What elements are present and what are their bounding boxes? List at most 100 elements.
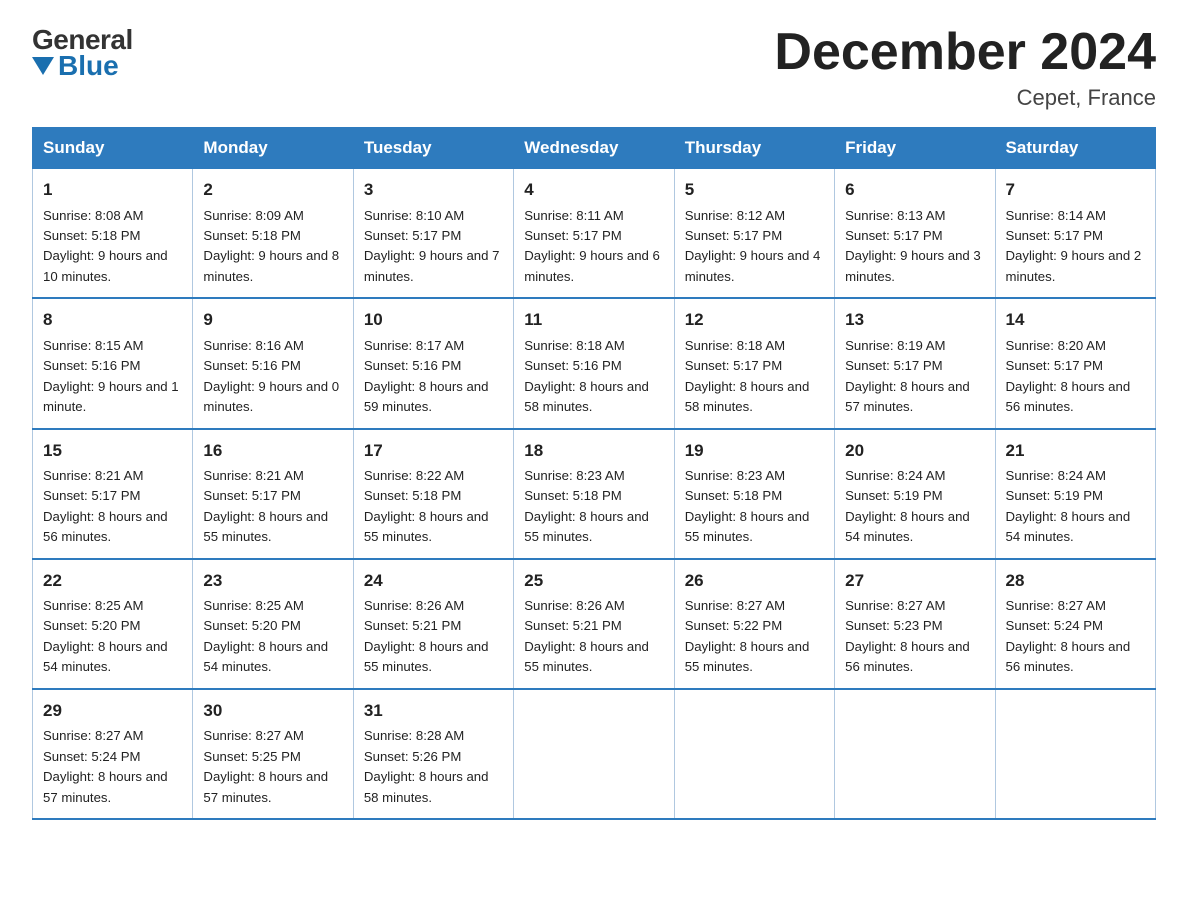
calendar-cell: 30Sunrise: 8:27 AMSunset: 5:25 PMDayligh… — [193, 689, 353, 819]
day-info: Sunrise: 8:16 AMSunset: 5:16 PMDaylight:… — [203, 336, 342, 418]
calendar-cell: 9 Sunrise: 8:16 AMSunset: 5:16 PMDaylight… — [193, 298, 353, 428]
day-number: 22 — [43, 568, 182, 594]
calendar-cell: 22Sunrise: 8:25 AMSunset: 5:20 PMDayligh… — [33, 559, 193, 689]
calendar-week-row: 29Sunrise: 8:27 AMSunset: 5:24 PMDayligh… — [33, 689, 1156, 819]
calendar-day-header: Monday — [193, 128, 353, 169]
calendar-cell: 29Sunrise: 8:27 AMSunset: 5:24 PMDayligh… — [33, 689, 193, 819]
day-info: Sunrise: 8:19 AMSunset: 5:17 PMDaylight:… — [845, 336, 984, 418]
day-info: Sunrise: 8:21 AMSunset: 5:17 PMDaylight:… — [203, 466, 342, 548]
day-number: 8 — [43, 307, 182, 333]
day-number: 19 — [685, 438, 824, 464]
day-info: Sunrise: 8:27 AMSunset: 5:22 PMDaylight:… — [685, 596, 824, 678]
day-number: 29 — [43, 698, 182, 724]
calendar-cell: 21Sunrise: 8:24 AMSunset: 5:19 PMDayligh… — [995, 429, 1155, 559]
day-number: 13 — [845, 307, 984, 333]
day-info: Sunrise: 8:18 AMSunset: 5:16 PMDaylight:… — [524, 336, 663, 418]
day-info: Sunrise: 8:12 AMSunset: 5:17 PMDaylight:… — [685, 206, 824, 288]
calendar-cell — [835, 689, 995, 819]
day-number: 25 — [524, 568, 663, 594]
day-info: Sunrise: 8:26 AMSunset: 5:21 PMDaylight:… — [524, 596, 663, 678]
page-subtitle: Cepet, France — [774, 85, 1156, 111]
calendar-day-header: Friday — [835, 128, 995, 169]
day-number: 31 — [364, 698, 503, 724]
calendar-header-row: SundayMondayTuesdayWednesdayThursdayFrid… — [33, 128, 1156, 169]
calendar-cell: 6Sunrise: 8:13 AMSunset: 5:17 PMDaylight… — [835, 169, 995, 299]
day-number: 24 — [364, 568, 503, 594]
calendar-cell: 18Sunrise: 8:23 AMSunset: 5:18 PMDayligh… — [514, 429, 674, 559]
day-info: Sunrise: 8:26 AMSunset: 5:21 PMDaylight:… — [364, 596, 503, 678]
day-number: 9 — [203, 307, 342, 333]
day-info: Sunrise: 8:14 AMSunset: 5:17 PMDaylight:… — [1006, 206, 1145, 288]
day-info: Sunrise: 8:23 AMSunset: 5:18 PMDaylight:… — [685, 466, 824, 548]
calendar-cell: 1Sunrise: 8:08 AMSunset: 5:18 PMDaylight… — [33, 169, 193, 299]
day-number: 3 — [364, 177, 503, 203]
day-info: Sunrise: 8:24 AMSunset: 5:19 PMDaylight:… — [845, 466, 984, 548]
day-number: 15 — [43, 438, 182, 464]
calendar-day-header: Thursday — [674, 128, 834, 169]
calendar-week-row: 15Sunrise: 8:21 AMSunset: 5:17 PMDayligh… — [33, 429, 1156, 559]
calendar-cell: 8 Sunrise: 8:15 AMSunset: 5:16 PMDaylight… — [33, 298, 193, 428]
calendar-cell: 14 Sunrise: 8:20 AMSunset: 5:17 PMDayligh… — [995, 298, 1155, 428]
title-block: December 2024 Cepet, France — [774, 24, 1156, 111]
calendar-day-header: Tuesday — [353, 128, 513, 169]
calendar-cell: 26Sunrise: 8:27 AMSunset: 5:22 PMDayligh… — [674, 559, 834, 689]
day-info: Sunrise: 8:17 AMSunset: 5:16 PMDaylight:… — [364, 336, 503, 418]
calendar-cell: 24Sunrise: 8:26 AMSunset: 5:21 PMDayligh… — [353, 559, 513, 689]
day-info: Sunrise: 8:20 AMSunset: 5:17 PMDaylight:… — [1006, 336, 1145, 418]
day-info: Sunrise: 8:27 AMSunset: 5:25 PMDaylight:… — [203, 726, 342, 808]
day-info: Sunrise: 8:10 AMSunset: 5:17 PMDaylight:… — [364, 206, 503, 288]
calendar-cell: 2 Sunrise: 8:09 AMSunset: 5:18 PMDaylight… — [193, 169, 353, 299]
day-number: 20 — [845, 438, 984, 464]
calendar-cell — [995, 689, 1155, 819]
calendar-cell — [674, 689, 834, 819]
calendar-cell: 23Sunrise: 8:25 AMSunset: 5:20 PMDayligh… — [193, 559, 353, 689]
calendar-cell: 15Sunrise: 8:21 AMSunset: 5:17 PMDayligh… — [33, 429, 193, 559]
day-number: 10 — [364, 307, 503, 333]
calendar-cell: 28Sunrise: 8:27 AMSunset: 5:24 PMDayligh… — [995, 559, 1155, 689]
day-info: Sunrise: 8:22 AMSunset: 5:18 PMDaylight:… — [364, 466, 503, 548]
day-number: 21 — [1006, 438, 1145, 464]
calendar-cell: 17Sunrise: 8:22 AMSunset: 5:18 PMDayligh… — [353, 429, 513, 559]
calendar-cell: 11 Sunrise: 8:18 AMSunset: 5:16 PMDayligh… — [514, 298, 674, 428]
day-number: 2 — [203, 177, 342, 203]
day-number: 27 — [845, 568, 984, 594]
calendar-week-row: 8 Sunrise: 8:15 AMSunset: 5:16 PMDaylight… — [33, 298, 1156, 428]
day-info: Sunrise: 8:09 AMSunset: 5:18 PMDaylight:… — [203, 206, 342, 288]
day-number: 4 — [524, 177, 663, 203]
calendar-cell: 31Sunrise: 8:28 AMSunset: 5:26 PMDayligh… — [353, 689, 513, 819]
calendar-day-header: Sunday — [33, 128, 193, 169]
day-number: 30 — [203, 698, 342, 724]
calendar-cell: 7 Sunrise: 8:14 AMSunset: 5:17 PMDaylight… — [995, 169, 1155, 299]
calendar-cell: 10 Sunrise: 8:17 AMSunset: 5:16 PMDayligh… — [353, 298, 513, 428]
day-info: Sunrise: 8:27 AMSunset: 5:23 PMDaylight:… — [845, 596, 984, 678]
calendar-cell: 13 Sunrise: 8:19 AMSunset: 5:17 PMDayligh… — [835, 298, 995, 428]
calendar-cell: 20Sunrise: 8:24 AMSunset: 5:19 PMDayligh… — [835, 429, 995, 559]
calendar-cell — [514, 689, 674, 819]
day-info: Sunrise: 8:28 AMSunset: 5:26 PMDaylight:… — [364, 726, 503, 808]
calendar-cell: 25Sunrise: 8:26 AMSunset: 5:21 PMDayligh… — [514, 559, 674, 689]
day-number: 12 — [685, 307, 824, 333]
day-info: Sunrise: 8:18 AMSunset: 5:17 PMDaylight:… — [685, 336, 824, 418]
day-info: Sunrise: 8:11 AMSunset: 5:17 PMDaylight:… — [524, 206, 663, 288]
day-number: 14 — [1006, 307, 1145, 333]
day-info: Sunrise: 8:25 AMSunset: 5:20 PMDaylight:… — [203, 596, 342, 678]
day-number: 23 — [203, 568, 342, 594]
day-number: 26 — [685, 568, 824, 594]
day-number: 11 — [524, 307, 663, 333]
day-number: 6 — [845, 177, 984, 203]
day-info: Sunrise: 8:24 AMSunset: 5:19 PMDaylight:… — [1006, 466, 1145, 548]
day-number: 7 — [1006, 177, 1145, 203]
day-number: 1 — [43, 177, 182, 203]
day-info: Sunrise: 8:27 AMSunset: 5:24 PMDaylight:… — [43, 726, 182, 808]
calendar-cell: 19Sunrise: 8:23 AMSunset: 5:18 PMDayligh… — [674, 429, 834, 559]
page-header: General Blue December 2024 Cepet, France — [32, 24, 1156, 111]
day-info: Sunrise: 8:21 AMSunset: 5:17 PMDaylight:… — [43, 466, 182, 548]
day-number: 28 — [1006, 568, 1145, 594]
logo: General Blue — [32, 24, 133, 82]
calendar-cell: 16Sunrise: 8:21 AMSunset: 5:17 PMDayligh… — [193, 429, 353, 559]
day-info: Sunrise: 8:23 AMSunset: 5:18 PMDaylight:… — [524, 466, 663, 548]
calendar-table: SundayMondayTuesdayWednesdayThursdayFrid… — [32, 127, 1156, 820]
day-info: Sunrise: 8:15 AMSunset: 5:16 PMDaylight:… — [43, 336, 182, 418]
logo-blue-text: Blue — [58, 50, 119, 82]
day-number: 16 — [203, 438, 342, 464]
